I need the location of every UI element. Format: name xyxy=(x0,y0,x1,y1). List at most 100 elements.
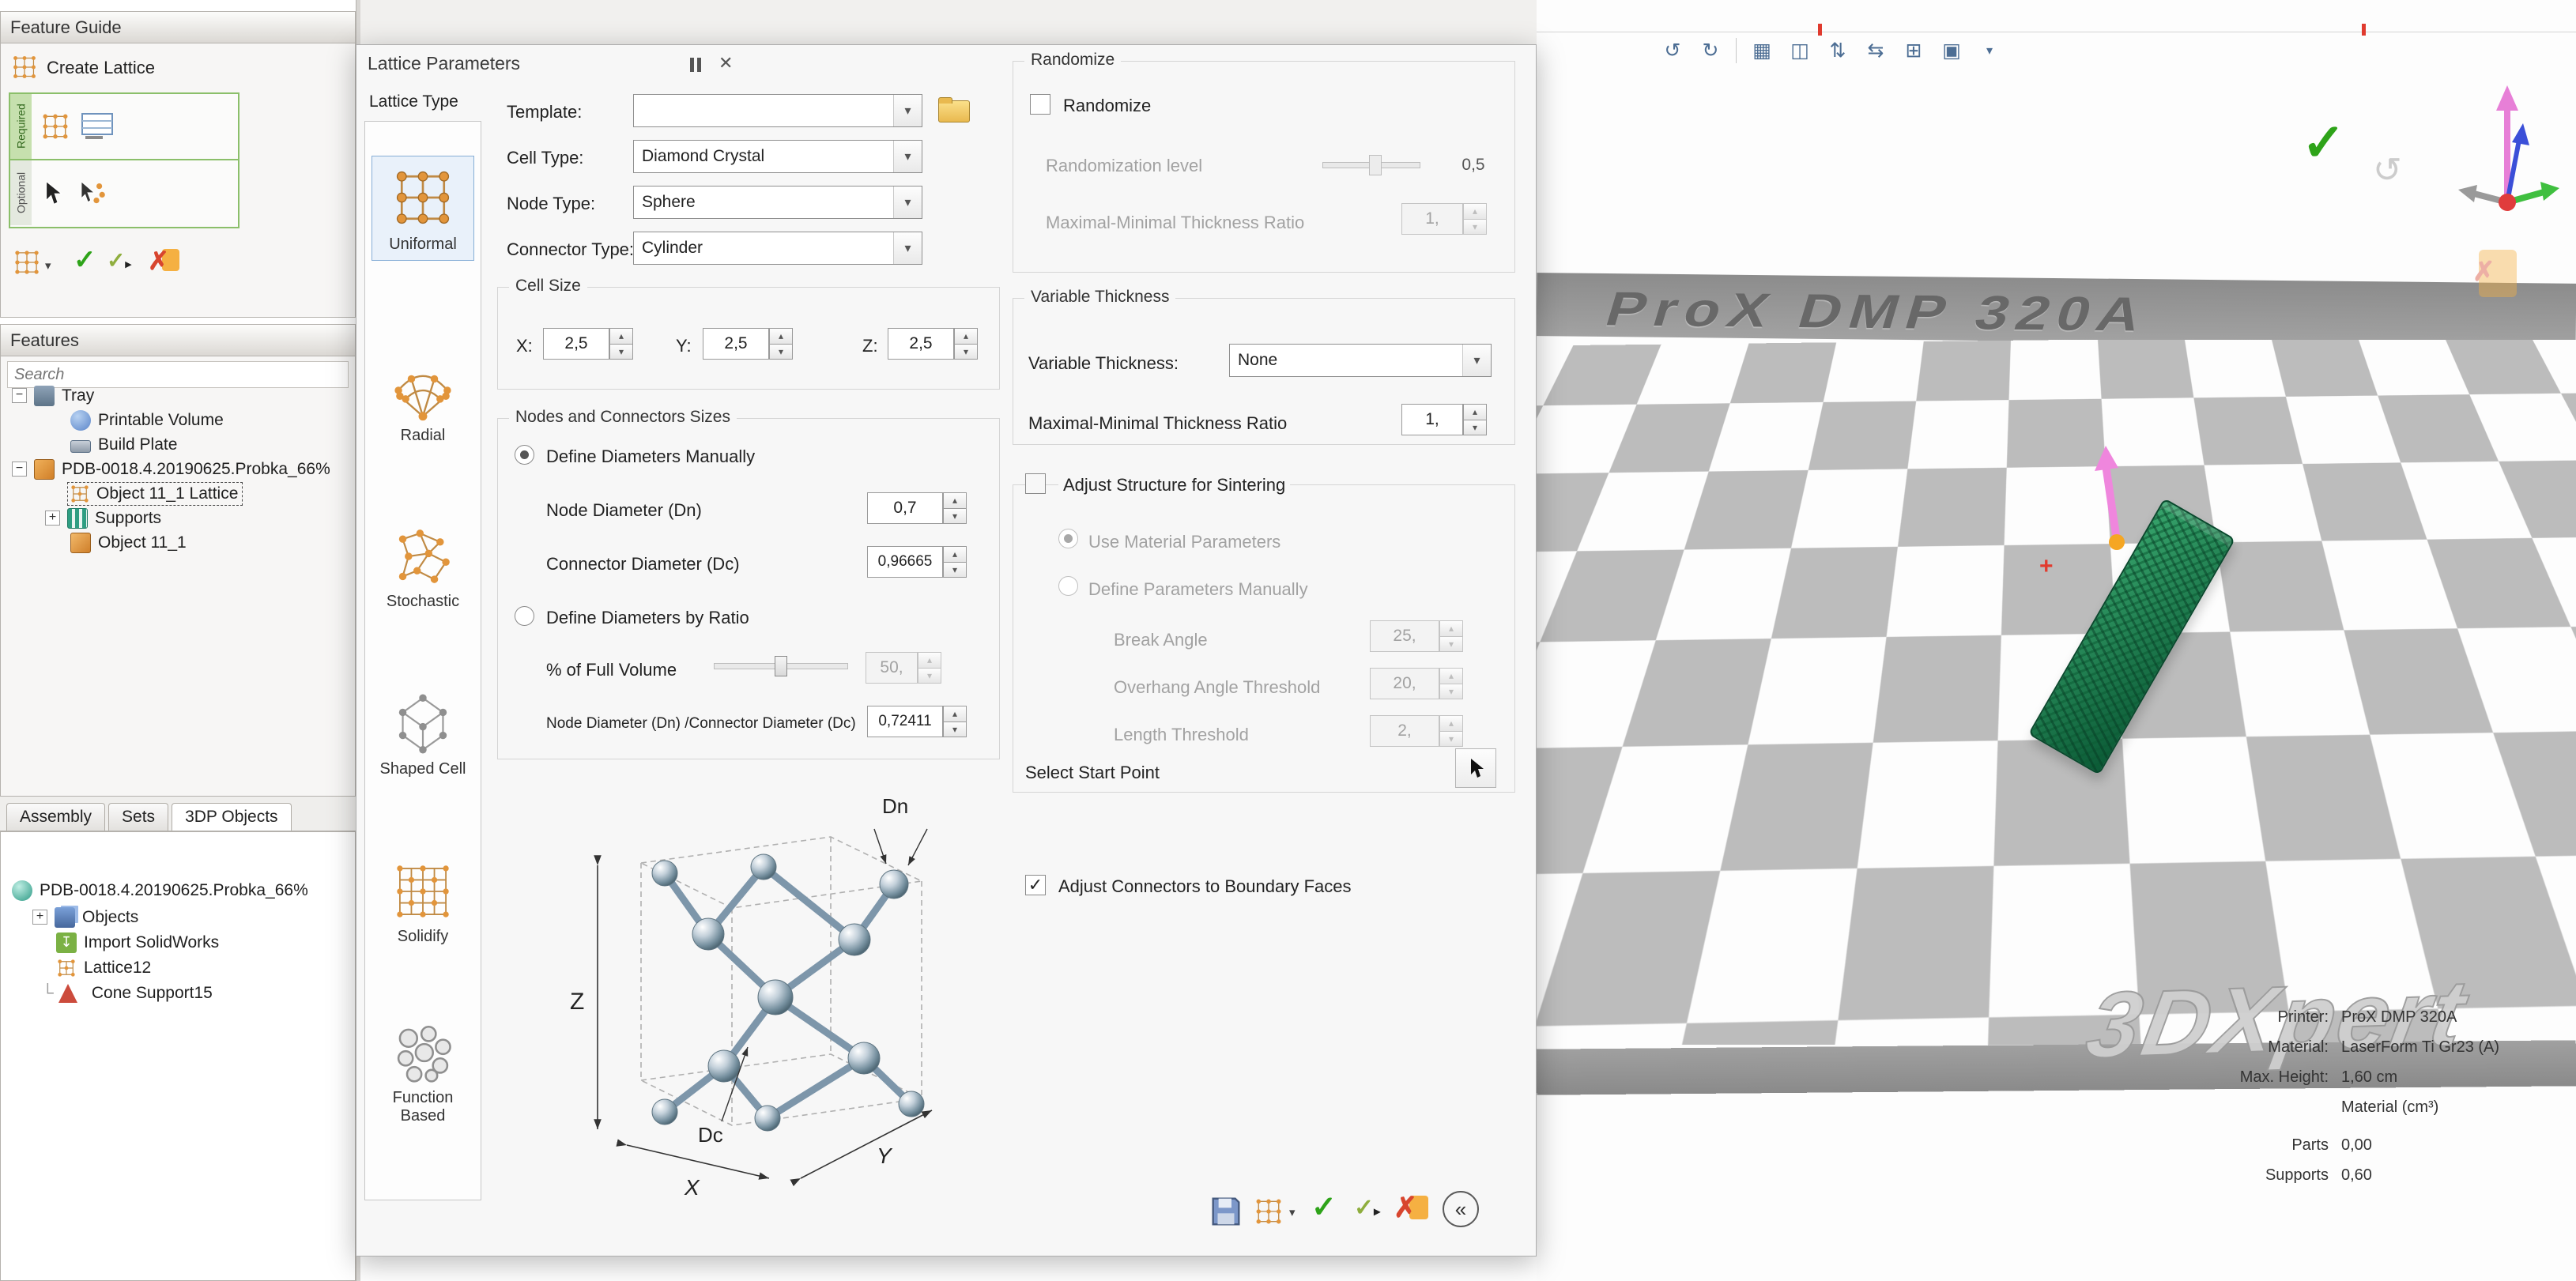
cell-size-y-field[interactable]: 2,5 xyxy=(703,328,769,360)
type-stochastic[interactable]: Stochastic xyxy=(372,517,473,617)
type-uniformal[interactable]: Uniformal xyxy=(372,156,474,261)
fit-view-icon[interactable]: ▣ xyxy=(1934,35,1969,66)
connector-type-combobox[interactable]: Cylinder ▾ xyxy=(633,232,922,265)
tree-item-cone-support[interactable]: └ Cone Support15 xyxy=(1,981,353,1005)
tree-item-object[interactable]: Object 11_1 xyxy=(1,530,353,555)
node-type-combobox[interactable]: Sphere ▾ xyxy=(633,186,922,219)
diameter-ratio-spinner[interactable]: ▴ ▾ xyxy=(943,706,967,737)
edit-lattice-pointer-icon[interactable] xyxy=(77,179,106,206)
lattice-tool-button[interactable] xyxy=(1250,1192,1288,1230)
type-radial[interactable]: Radial xyxy=(372,351,473,451)
slider-thumb[interactable] xyxy=(1369,155,1382,175)
full-volume-field[interactable]: 50, xyxy=(866,652,918,684)
tree-item-root-part[interactable]: PDB-0018.4.20190625.Probka_66% xyxy=(1,878,353,902)
close-icon[interactable]: ✕ xyxy=(718,53,733,73)
type-solidify[interactable]: Solidify xyxy=(372,852,473,952)
break-angle-field[interactable]: 25, xyxy=(1370,620,1439,652)
tab-assembly[interactable]: Assembly xyxy=(6,803,106,831)
tab-3dp-objects[interactable]: 3DP Objects xyxy=(172,803,292,831)
type-shaped-cell[interactable]: Shaped Cell xyxy=(372,684,473,785)
features-header[interactable]: Features xyxy=(1,325,355,356)
lattice-tool-dropdown-icon[interactable]: ▾ xyxy=(1289,1205,1296,1219)
define-by-ratio-radio[interactable] xyxy=(515,606,534,626)
select-start-point-button[interactable] xyxy=(1455,748,1496,788)
chevron-down-icon[interactable]: ▾ xyxy=(893,95,922,126)
confirm-check-icon[interactable]: ✓ xyxy=(2302,112,2345,173)
chevron-down-icon[interactable]: ▾ xyxy=(893,232,922,264)
tree-item-import-solidworks[interactable]: ↧ Import SolidWorks xyxy=(1,930,353,955)
slider-thumb[interactable] xyxy=(775,656,787,676)
randomize-checkbox[interactable] xyxy=(1030,94,1050,115)
thickness-ratio-spinner[interactable]: ▴ ▾ xyxy=(1463,404,1487,435)
optional-step-row[interactable]: Optional xyxy=(10,160,238,225)
pin-icon[interactable] xyxy=(688,58,704,73)
randomization-level-slider[interactable] xyxy=(1322,155,1420,175)
collapse-toggle-icon[interactable]: − xyxy=(12,388,27,403)
define-manually-radio[interactable] xyxy=(515,445,534,465)
collapse-toggle-icon[interactable]: − xyxy=(12,462,27,477)
expand-toggle-icon[interactable]: + xyxy=(32,910,47,925)
length-threshold-spinner[interactable]: ▴ ▾ xyxy=(1439,715,1463,747)
node-diameter-field[interactable]: 0,7 xyxy=(867,492,943,524)
move-vertical-icon[interactable]: ⇅ xyxy=(1820,35,1855,66)
apply-next-icon[interactable]: ✓▸ xyxy=(107,247,131,273)
tree-item-pdb-part[interactable]: − PDB-0018.4.20190625.Probka_66% xyxy=(1,457,353,481)
chevron-down-icon[interactable]: ▾ xyxy=(1462,345,1491,376)
tree-item-lattice12[interactable]: Lattice12 xyxy=(1,955,353,980)
open-template-button[interactable] xyxy=(935,96,975,127)
rotate-left-icon[interactable]: ↺ xyxy=(1655,35,1690,66)
cell-size-z-spinner[interactable]: ▴ ▾ xyxy=(954,328,978,360)
tree-item-object-lattice[interactable]: Object 11_1 Lattice xyxy=(1,481,353,506)
ok-button[interactable]: ✓ xyxy=(1311,1189,1337,1225)
move-gizmo-arrow[interactable] xyxy=(2080,443,2147,558)
chevron-down-icon[interactable]: ▾ xyxy=(893,141,922,172)
rotate-right-icon[interactable]: ↻ xyxy=(1693,35,1728,66)
viewport-3d[interactable]: ↺ ↻ ▦ ◫ ⇅ ⇆ ⊞ ▣ ▾ ProX DMP 320A 3DXpert … xyxy=(1537,0,2576,1281)
cell-size-z-field[interactable]: 2,5 xyxy=(888,328,954,360)
add-object-icon[interactable]: ⊞ xyxy=(1896,35,1931,66)
cancel-button[interactable]: ✗ xyxy=(1394,1191,1428,1227)
chevron-down-icon[interactable]: ▾ xyxy=(893,186,922,218)
cell-size-x-field[interactable]: 2,5 xyxy=(543,328,609,360)
expand-toggle-icon[interactable]: + xyxy=(45,511,60,526)
toolbar-dropdown-icon[interactable]: ▾ xyxy=(1972,35,2007,66)
full-volume-slider[interactable] xyxy=(714,656,848,676)
cell-size-y-spinner[interactable]: ▴ ▾ xyxy=(769,328,793,360)
lattice-tool-icon[interactable] xyxy=(12,247,42,277)
required-step-row[interactable]: Required xyxy=(10,94,238,160)
platform-grid-icon[interactable]: ▦ xyxy=(1744,35,1779,66)
ok-icon[interactable]: ✓ xyxy=(74,244,96,276)
overhang-threshold-field[interactable]: 20, xyxy=(1370,668,1439,699)
lattice-tool-dropdown-icon[interactable]: ▾ xyxy=(45,258,51,273)
node-diameter-spinner[interactable]: ▴ ▾ xyxy=(943,492,967,524)
lattice-icon[interactable] xyxy=(40,111,71,142)
tree-item-printable-volume[interactable]: Printable Volume xyxy=(1,408,353,432)
parameters-table-icon[interactable] xyxy=(81,112,114,141)
sintering-checkbox[interactable] xyxy=(1025,473,1046,494)
cell-type-combobox[interactable]: Diamond Crystal ▾ xyxy=(633,140,922,173)
overhang-threshold-spinner[interactable]: ▴ ▾ xyxy=(1439,668,1463,699)
template-combobox[interactable]: ▾ xyxy=(633,94,922,127)
variable-thickness-combobox[interactable]: None ▾ xyxy=(1229,344,1492,377)
cancel-icon[interactable]: ✗ xyxy=(148,246,179,277)
diameter-ratio-field[interactable]: 0,72411 xyxy=(867,706,943,737)
thickness-ratio-field[interactable]: 1, xyxy=(1401,404,1463,435)
adjust-connectors-checkbox[interactable]: ✓ xyxy=(1025,875,1046,895)
use-material-radio[interactable] xyxy=(1058,529,1078,548)
connector-diameter-field[interactable]: 0,96665 xyxy=(867,546,943,578)
tree-item-supports[interactable]: + Supports xyxy=(1,506,353,530)
type-function-based[interactable]: Function Based xyxy=(372,1013,473,1132)
feature-guide-header[interactable]: Feature Guide xyxy=(1,12,355,43)
split-view-icon[interactable]: ◫ xyxy=(1782,35,1817,66)
axis-triad-gizmo[interactable] xyxy=(2452,76,2563,226)
tree-item-tray[interactable]: − Tray xyxy=(1,383,353,408)
full-volume-spinner[interactable]: ▴ ▾ xyxy=(918,652,941,684)
tree-item-build-plate[interactable]: Build Plate xyxy=(1,432,353,457)
randomize-ratio-spinner[interactable]: ▴ ▾ xyxy=(1463,203,1487,235)
length-threshold-field[interactable]: 2, xyxy=(1370,715,1439,747)
break-angle-spinner[interactable]: ▴ ▾ xyxy=(1439,620,1463,652)
tree-item-objects[interactable]: + Objects xyxy=(1,905,353,929)
save-template-button[interactable] xyxy=(1207,1192,1245,1230)
define-params-radio[interactable] xyxy=(1058,576,1078,596)
apply-next-button[interactable]: ✓▸ xyxy=(1354,1194,1380,1222)
